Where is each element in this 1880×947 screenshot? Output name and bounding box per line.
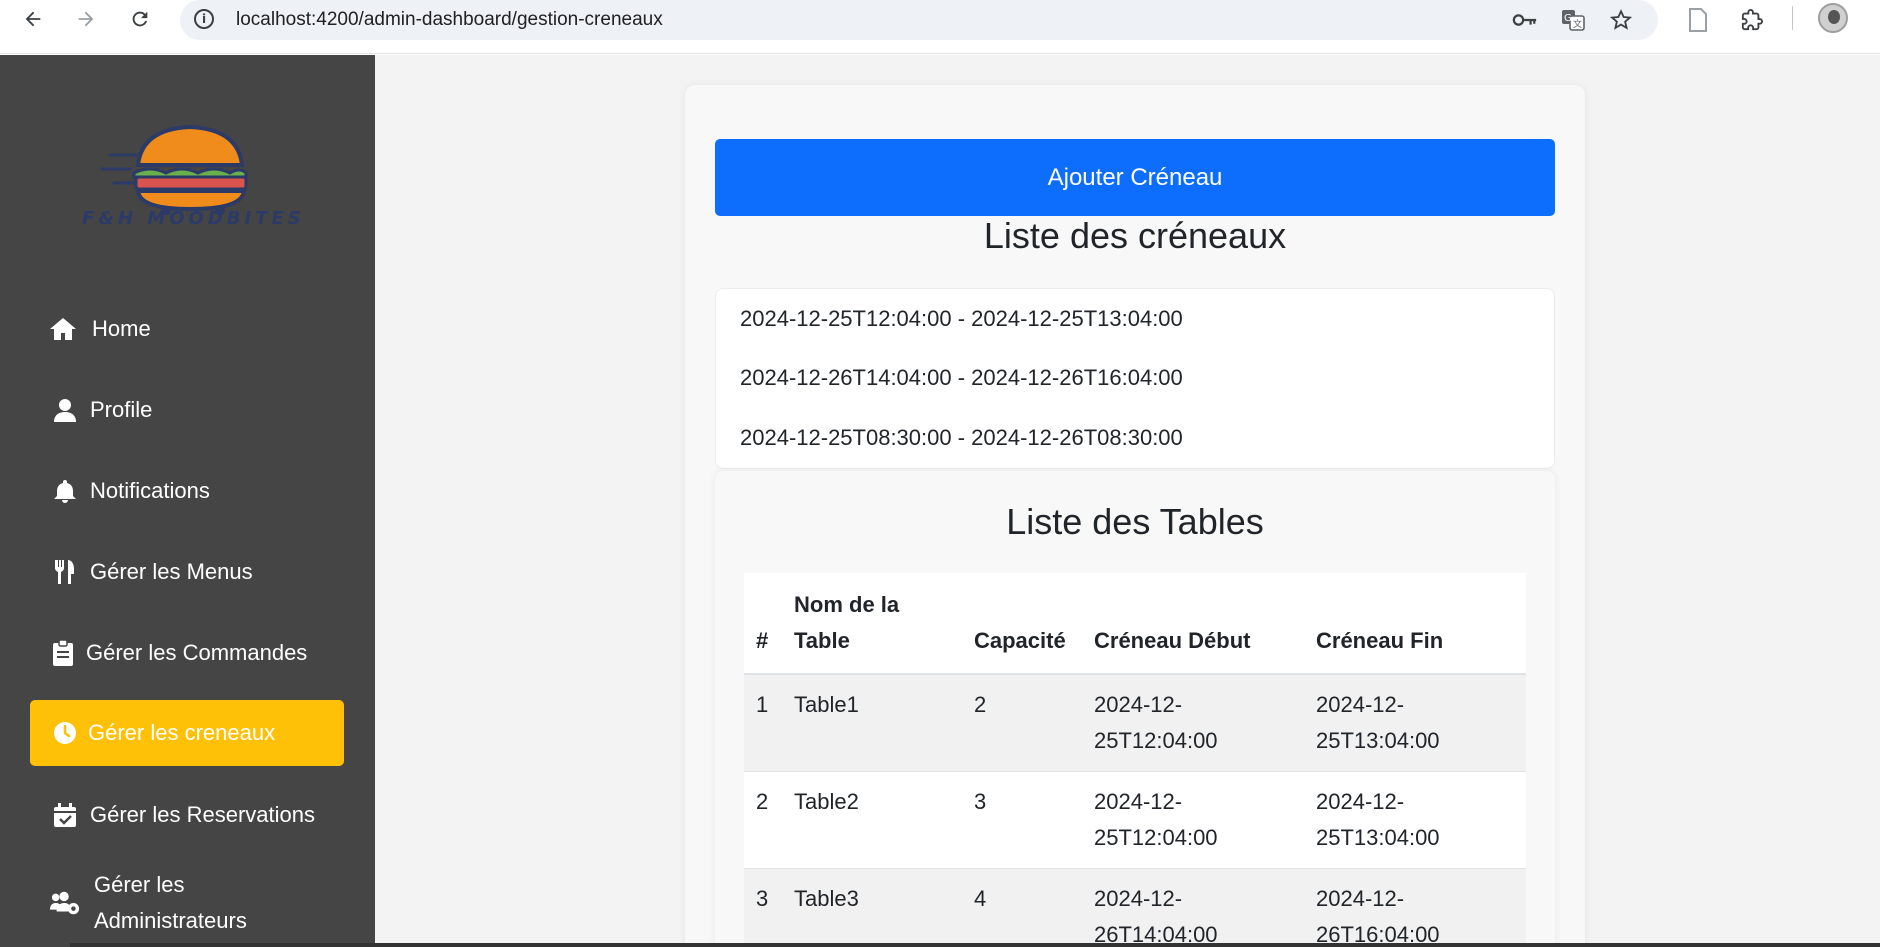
- list-item: 2024-12-26T14:04:00 - 2024-12-26T16:04:0…: [740, 365, 1183, 390]
- key-icon[interactable]: [1512, 8, 1538, 32]
- cell-end: 2024-12- 25T13:04:00: [1304, 771, 1526, 869]
- add-creneau-button[interactable]: Ajouter Créneau: [715, 139, 1555, 216]
- table-row: 2 Table2 3 2024-12- 25T12:04:00 2024-12-…: [744, 771, 1526, 869]
- brand-name: F&H MOODBITES: [82, 208, 305, 229]
- header-name-line1: Nom de la: [794, 592, 900, 617]
- tables-card: Liste des Tables # Nom de la Table Capac…: [715, 471, 1555, 947]
- sidebar-item-label-line2: Administrateurs: [94, 908, 247, 933]
- sidebar-item-label: Gérer les creneaux: [88, 720, 276, 745]
- svg-text:G: G: [1564, 13, 1572, 24]
- home-icon: [48, 316, 78, 342]
- cell-end-line1: 2024-12-: [1316, 886, 1405, 911]
- toolbar-divider: [1792, 6, 1793, 30]
- profile-avatar[interactable]: [1818, 3, 1848, 33]
- slots-title: Liste des créneaux: [983, 215, 1287, 256]
- slot-list: 2024-12-25T12:04:00 - 2024-12-25T13:04:0…: [715, 288, 1555, 469]
- sidebar-item-notifications[interactable]: Notifications: [30, 458, 344, 524]
- cell-start: 2024-12- 26T14:04:00: [1082, 868, 1304, 947]
- cell-end-line2: 25T13:04:00: [1316, 825, 1440, 850]
- users-cog-icon: [50, 890, 80, 916]
- cell-end-line1: 2024-12-: [1316, 692, 1405, 717]
- sidebar-item-reservations[interactable]: Gérer les Reservations: [30, 782, 344, 848]
- cell-capacity: 4: [962, 868, 1082, 947]
- cell-name: Table3: [782, 868, 962, 947]
- address-bar[interactable]: i localhost:4200/admin-dashboard/gestion…: [180, 0, 1658, 40]
- url-text[interactable]: localhost:4200/admin-dashboard/gestion-c…: [236, 9, 663, 31]
- cell-end-line1: 2024-12-: [1316, 789, 1405, 814]
- bookmark-star-icon[interactable]: [1608, 8, 1634, 32]
- cell-start: 2024-12- 25T12:04:00: [1082, 771, 1304, 869]
- sidebar-item-creneaux[interactable]: Gérer les creneaux: [30, 700, 344, 766]
- main-content: Ajouter Créneau Liste des créneaux 2024-…: [375, 55, 1880, 947]
- header-name-line2: Table: [794, 628, 850, 653]
- cell-start-line1: 2024-12-: [1094, 789, 1183, 814]
- cell-capacity: 2: [962, 674, 1082, 772]
- utensils-icon: [50, 559, 80, 585]
- cell-end: 2024-12- 26T16:04:00: [1304, 868, 1526, 947]
- header-name: Nom de la Table: [782, 573, 962, 675]
- clock-icon: [50, 721, 80, 745]
- cell-start: 2024-12- 25T12:04:00: [1082, 674, 1304, 772]
- cell-start-line2: 25T12:04:00: [1094, 728, 1218, 753]
- extensions-puzzle-icon[interactable]: [1737, 5, 1767, 35]
- cell-num: 3: [744, 868, 782, 947]
- cell-start-line2: 25T12:04:00: [1094, 825, 1218, 850]
- clipboard-icon: [48, 640, 78, 666]
- sidebar: F&H MOODBITES Home Profile Notifications…: [0, 55, 375, 947]
- tables-title: Liste des Tables: [1006, 501, 1264, 542]
- sidebar-item-label: Gérer les Menus: [90, 559, 253, 584]
- header-capacity: Capacité: [962, 573, 1082, 675]
- sidebar-item-commandes[interactable]: Gérer les Commandes: [30, 620, 344, 686]
- table-row: 3 Table3 4 2024-12- 26T14:04:00 2024-12-…: [744, 868, 1526, 947]
- cell-num: 2: [744, 771, 782, 869]
- sidebar-item-administrateurs[interactable]: Gérer les Administrateurs: [30, 863, 344, 943]
- sidebar-item-label-line1: Gérer les: [94, 872, 185, 897]
- reload-icon[interactable]: [127, 6, 153, 32]
- header-num: #: [744, 573, 782, 675]
- sidebar-item-label: Gérer les Reservations: [90, 802, 315, 827]
- site-info-icon[interactable]: i: [194, 9, 214, 29]
- list-item: 2024-12-25T08:30:00 - 2024-12-26T08:30:0…: [740, 425, 1183, 450]
- sidebar-item-label: Profile: [90, 397, 153, 422]
- header-start: Créneau Début: [1082, 573, 1304, 675]
- sidebar-item-home[interactable]: Home: [30, 296, 344, 362]
- cell-end-line2: 25T13:04:00: [1316, 728, 1440, 753]
- cell-name: Table1: [782, 674, 962, 772]
- browser-toolbar: i localhost:4200/admin-dashboard/gestion…: [0, 0, 1880, 54]
- sidebar-item-profile[interactable]: Profile: [30, 377, 344, 443]
- translate-icon[interactable]: G文: [1560, 8, 1586, 32]
- user-icon: [50, 398, 80, 422]
- cell-capacity: 3: [962, 771, 1082, 869]
- table-header-row: # Nom de la Table Capacité Créneau Début…: [744, 573, 1526, 675]
- cell-start-line1: 2024-12-: [1094, 886, 1183, 911]
- sidebar-item-label: Gérer les Commandes: [86, 640, 308, 665]
- bell-icon: [50, 479, 80, 503]
- back-arrow-icon[interactable]: [20, 6, 46, 32]
- svg-text:文: 文: [1573, 18, 1582, 30]
- list-item: 2024-12-25T12:04:00 - 2024-12-25T13:04:0…: [740, 306, 1183, 331]
- sidebar-item-menus[interactable]: Gérer les Menus: [30, 539, 344, 605]
- header-end: Créneau Fin: [1304, 573, 1526, 675]
- calendar-check-icon: [50, 803, 80, 827]
- horizontal-scrollbar[interactable]: [70, 943, 1880, 947]
- cell-name: Table2: [782, 771, 962, 869]
- forward-arrow-icon[interactable]: [73, 6, 99, 32]
- table-row: 1 Table1 2 2024-12- 25T12:04:00 2024-12-…: [744, 674, 1526, 772]
- sidebar-item-label: Home: [92, 316, 151, 341]
- sidebar-item-label: Notifications: [90, 478, 210, 503]
- cell-end: 2024-12- 25T13:04:00: [1304, 674, 1526, 772]
- document-icon[interactable]: [1683, 5, 1713, 35]
- cell-num: 1: [744, 674, 782, 772]
- cell-start-line1: 2024-12-: [1094, 692, 1183, 717]
- creneaux-card: Ajouter Créneau Liste des créneaux 2024-…: [685, 85, 1585, 947]
- tables-table: # Nom de la Table Capacité Créneau Début…: [744, 573, 1526, 947]
